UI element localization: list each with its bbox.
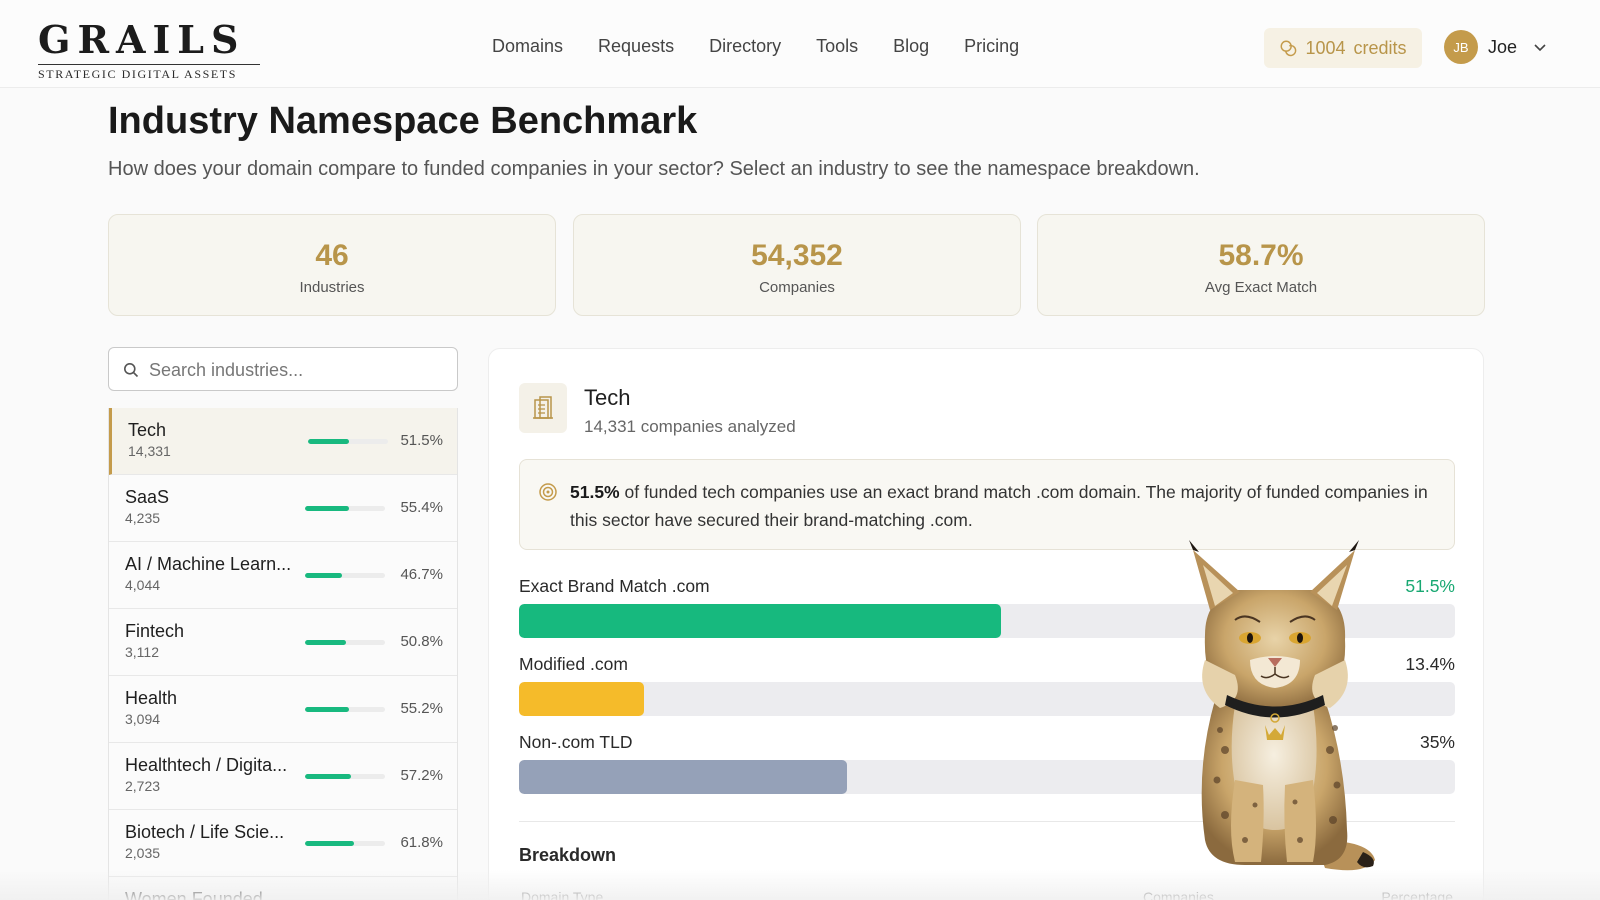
insight-highlight: 51.5% [570, 482, 620, 502]
industry-name: Health [125, 688, 178, 708]
stat-card-industries: 46 Industries [108, 214, 556, 316]
nav-pricing[interactable]: Pricing [964, 36, 1019, 57]
nav-directory[interactable]: Directory [709, 36, 781, 57]
stat-card-companies: 54,352 Companies [573, 214, 1021, 316]
metric-fill [519, 682, 645, 716]
stat-value: 46 [315, 239, 349, 272]
nav-blog[interactable]: Blog [893, 36, 929, 57]
industry-list: Tech 14,331 51.5% SaaS 4,235 55.4% AI / Machin… [108, 408, 458, 900]
industry-title: Tech [584, 385, 631, 410]
industry-item[interactable]: Health 3,094 55.2% [109, 676, 457, 743]
chevron-down-icon [1534, 44, 1546, 52]
nav-requests[interactable]: Requests [598, 36, 674, 57]
industry-percentage: 55.2% [400, 700, 443, 717]
industry-progress-fill [305, 640, 346, 645]
user-menu[interactable]: JB Joe [1444, 30, 1547, 64]
industry-progress-fill [305, 707, 350, 712]
industry-item[interactable]: Tech 14,331 51.5% [109, 408, 457, 475]
stat-label: Companies [759, 279, 835, 296]
industry-name: AI / Machine Learn... [125, 554, 292, 574]
metric-percentage: 13.4% [1405, 654, 1455, 674]
search-input[interactable] [149, 354, 449, 386]
building-icon [533, 396, 553, 419]
metric-percentage: 35% [1419, 732, 1455, 752]
logo-wordmark: GRAILS [38, 17, 246, 62]
insight-callout: 51.5% of funded tech companies use an ex… [519, 459, 1455, 550]
nav-tools[interactable]: Tools [816, 36, 858, 57]
target-icon [539, 483, 557, 501]
stat-card-avg-exact-match: 58.7% Avg Exact Match [1037, 214, 1485, 316]
industry-item[interactable]: SaaS 4,235 55.4% [109, 475, 457, 542]
metric-percentage: 51.5% [1405, 576, 1455, 596]
industry-count: 2,035 [125, 845, 161, 861]
industry-item[interactable]: Biotech / Life Scie... 2,035 61.8% [109, 810, 457, 877]
industry-percentage: 46.7% [400, 566, 443, 583]
coins-icon [1280, 40, 1297, 57]
insight-body: of funded tech companies use an exact br… [570, 482, 1428, 530]
stat-label: Industries [299, 279, 365, 296]
industry-name: SaaS [125, 487, 170, 507]
search-box [108, 347, 458, 391]
industry-name: Healthtech / Digita... [125, 755, 288, 775]
industry-count: 4,235 [125, 510, 161, 526]
column-header-percentage: Percentage [1381, 889, 1453, 900]
industry-progress-fill [305, 774, 351, 779]
industry-progress-bar [308, 439, 388, 444]
industry-percentage: 55.4% [400, 499, 443, 516]
grails-logo[interactable]: GRAILS STRATEGIC DIGITAL ASSETS [38, 20, 260, 82]
search-icon [124, 363, 139, 378]
industry-count: 3,112 [125, 644, 159, 660]
credits-label: credits [1353, 37, 1407, 58]
top-header: GRAILS STRATEGIC DIGITAL ASSETS Domains … [0, 0, 1600, 88]
stat-value: 54,352 [751, 239, 843, 272]
nav-domains[interactable]: Domains [492, 36, 563, 57]
industry-progress-fill [308, 439, 350, 444]
lynx-mascot-image [1189, 540, 1375, 871]
main-nav: Domains Requests Directory Tools Blog Pr… [492, 36, 1054, 57]
stat-value: 58.7% [1218, 239, 1304, 272]
column-header-companies: Companies [1143, 889, 1214, 900]
page-title: Industry Namespace Benchmark [108, 100, 698, 142]
industry-item[interactable]: Healthtech / Digita... 2,723 57.2% [109, 743, 457, 810]
industry-item[interactable]: Women Founded [109, 877, 457, 900]
industry-percentage: 61.8% [400, 834, 443, 851]
industry-name: Biotech / Life Scie... [125, 822, 285, 842]
credits-badge[interactable]: 1004 credits [1264, 28, 1422, 68]
column-header-domain-type: Domain Type [521, 889, 604, 900]
industry-progress-bar [305, 573, 385, 578]
industry-progress-bar [305, 640, 385, 645]
industry-progress-fill [305, 841, 355, 846]
industry-percentage: 57.2% [400, 767, 443, 784]
industry-count: 14,331 [128, 443, 171, 459]
industry-icon-box [519, 383, 567, 433]
industry-name: Fintech [125, 621, 185, 641]
industry-count: 3,094 [125, 711, 161, 727]
industry-name: Tech [128, 420, 167, 440]
logo-tagline: STRATEGIC DIGITAL ASSETS [38, 64, 260, 82]
industry-percentage: 51.5% [400, 432, 443, 449]
industry-progress-bar [305, 506, 385, 511]
industry-count: 2,723 [125, 778, 161, 794]
industry-name: Women Founded [125, 889, 263, 900]
breakdown-heading: Breakdown [519, 845, 617, 865]
industry-progress-fill [305, 506, 350, 511]
page-subtitle: How does your domain compare to funded c… [108, 158, 1200, 180]
industry-item[interactable]: Fintech 3,112 50.8% [109, 609, 457, 676]
industry-progress-bar [305, 841, 385, 846]
credits-value: 1004 [1305, 37, 1346, 58]
metric-fill [519, 760, 847, 794]
industry-count: 4,044 [125, 577, 161, 593]
industry-progress-fill [305, 573, 343, 578]
insight-text: 51.5% of funded tech companies use an ex… [570, 478, 1430, 534]
metric-fill [519, 604, 1002, 638]
stat-label: Avg Exact Match [1204, 279, 1318, 296]
industry-percentage: 50.8% [400, 633, 443, 650]
user-name: Joe [1488, 36, 1518, 57]
avatar: JB [1444, 30, 1478, 64]
industry-progress-bar [305, 707, 385, 712]
industry-subtitle: 14,331 companies analyzed [584, 417, 796, 436]
industry-progress-bar [305, 774, 385, 779]
industry-item[interactable]: AI / Machine Learn... 4,044 46.7% [109, 542, 457, 609]
